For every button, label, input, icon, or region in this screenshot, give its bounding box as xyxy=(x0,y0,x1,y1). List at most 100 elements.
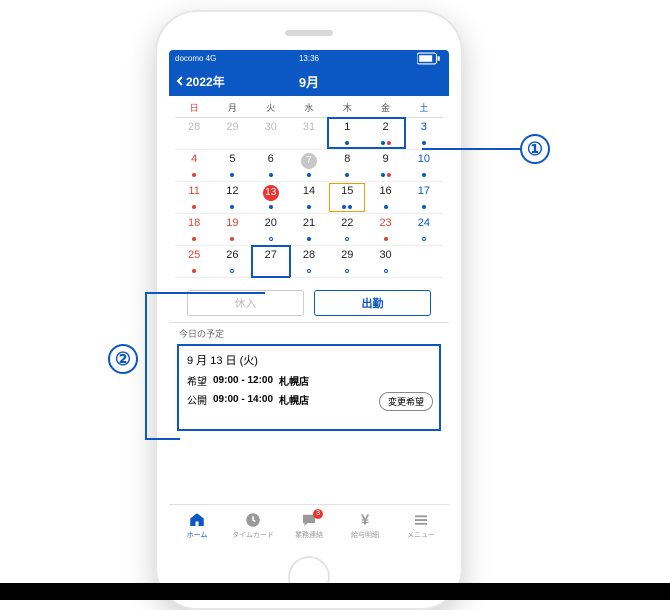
event-dots xyxy=(252,237,290,241)
tab-clock[interactable]: タイムカード xyxy=(225,505,281,546)
tab-yen[interactable]: ¥給与明細 xyxy=(337,505,393,546)
event-dot xyxy=(230,237,234,241)
date-number: 21 xyxy=(290,214,328,229)
event-dot xyxy=(381,173,385,177)
attend-button[interactable]: 出勤 xyxy=(314,290,431,316)
date-number xyxy=(405,246,443,249)
event-dots xyxy=(175,173,213,177)
schedule-panel: 9 月 13 日 (火) 希望09:00 - 12:00札幌店公開09:00 -… xyxy=(177,344,441,431)
date-number: 5 xyxy=(213,150,251,165)
dow-label: 土 xyxy=(405,101,443,114)
date-number: 22 xyxy=(328,214,366,229)
event-dot xyxy=(348,205,352,209)
event-dots xyxy=(328,237,366,241)
date-number: 15 xyxy=(328,182,366,197)
calendar-cell[interactable]: 6 xyxy=(252,150,290,182)
event-dot xyxy=(384,269,388,273)
tab-bar: ホームタイムカード業務連絡3¥給与明細メニュー xyxy=(169,504,449,546)
phone-frame: docomo 4G 13:36 2022年 9月 日月火水木金土 2829303… xyxy=(155,10,463,610)
date-number: 29 xyxy=(213,118,251,133)
calendar-cell[interactable]: 8 xyxy=(328,150,366,182)
tab-label: タイムカード xyxy=(232,530,274,540)
callout-2-number: ② xyxy=(108,344,138,374)
calendar-cell[interactable]: 11 xyxy=(175,182,213,214)
calendar-cell[interactable]: 25 xyxy=(175,246,213,278)
event-dots xyxy=(175,269,213,273)
tab-chat[interactable]: 業務連絡3 xyxy=(281,505,337,546)
calendar-cell[interactable]: 23 xyxy=(366,214,404,246)
calendar-cell[interactable]: 30 xyxy=(366,246,404,278)
dow-label: 日 xyxy=(175,101,213,114)
calendar-cell[interactable]: 29 xyxy=(328,246,366,278)
calendar-cell[interactable]: 1 xyxy=(328,118,366,150)
calendar-cell[interactable]: 10 xyxy=(405,150,443,182)
change-request-button[interactable]: 変更希望 xyxy=(379,392,433,411)
calendar-cell[interactable]: 30 xyxy=(252,118,290,150)
event-dots xyxy=(213,205,251,209)
event-dots xyxy=(405,173,443,177)
calendar: 日月火水木金土 28293031123456789101112131415161… xyxy=(169,96,449,278)
calendar-cell[interactable]: 29 xyxy=(213,118,251,150)
callout-line-2a xyxy=(145,292,265,294)
schedule-time: 09:00 - 12:00 xyxy=(213,375,273,386)
calendar-cell[interactable]: 4 xyxy=(175,150,213,182)
calendar-cell[interactable]: 26 xyxy=(213,246,251,278)
calendar-cell[interactable]: 22 xyxy=(328,214,366,246)
status-indicators xyxy=(417,52,443,65)
event-dot xyxy=(192,237,196,241)
event-dots xyxy=(252,173,290,177)
yen-icon: ¥ xyxy=(356,511,374,529)
date-number: 24 xyxy=(405,214,443,229)
date-number: 28 xyxy=(290,246,328,261)
calendar-cell[interactable]: 3 xyxy=(405,118,443,150)
date-number: 16 xyxy=(366,182,404,197)
calendar-cell[interactable]: 16 xyxy=(366,182,404,214)
calendar-cell[interactable]: 7 xyxy=(290,150,328,182)
back-button[interactable]: 2022年 xyxy=(169,73,225,90)
calendar-cell[interactable]: 21 xyxy=(290,214,328,246)
day-of-week-row: 日月火水木金土 xyxy=(175,98,443,118)
event-dots xyxy=(366,237,404,241)
callout-2: ② xyxy=(108,344,138,374)
dow-label: 金 xyxy=(366,101,404,114)
date-number: 30 xyxy=(366,246,404,261)
calendar-cell[interactable]: 2 xyxy=(366,118,404,150)
event-dots xyxy=(328,269,366,273)
calendar-cell[interactable]: 18 xyxy=(175,214,213,246)
calendar-cell[interactable]: 15 xyxy=(328,182,366,214)
dow-label: 月 xyxy=(213,101,251,114)
event-dots xyxy=(290,205,328,209)
event-dots xyxy=(175,237,213,241)
calendar-cell[interactable]: 31 xyxy=(290,118,328,150)
dow-label: 水 xyxy=(290,101,328,114)
tab-home[interactable]: ホーム xyxy=(169,505,225,546)
tab-label: 業務連絡 xyxy=(295,530,323,540)
event-dots xyxy=(366,205,404,209)
calendar-cell[interactable]: 14 xyxy=(290,182,328,214)
event-dot xyxy=(230,205,234,209)
callout-line-2v xyxy=(145,292,147,440)
calendar-cell[interactable]: 24 xyxy=(405,214,443,246)
clock-icon xyxy=(244,511,262,529)
date-number: 19 xyxy=(213,214,251,229)
date-number: 17 xyxy=(405,182,443,197)
back-year-label: 2022年 xyxy=(186,73,225,90)
tab-menu[interactable]: メニュー xyxy=(393,505,449,546)
schedule-tag: 公開 xyxy=(187,392,207,407)
calendar-cell[interactable] xyxy=(405,246,443,278)
event-dot xyxy=(269,205,273,209)
calendar-cell[interactable]: 9 xyxy=(366,150,404,182)
calendar-cell[interactable]: 20 xyxy=(252,214,290,246)
phone-speaker xyxy=(285,30,333,36)
calendar-cell[interactable]: 27 xyxy=(252,246,290,278)
calendar-cell[interactable]: 19 xyxy=(213,214,251,246)
calendar-cell[interactable]: 12 xyxy=(213,182,251,214)
schedule-place: 札幌店 xyxy=(279,373,309,388)
calendar-cell[interactable]: 28 xyxy=(290,246,328,278)
calendar-cell[interactable]: 13 xyxy=(252,182,290,214)
calendar-cell[interactable]: 17 xyxy=(405,182,443,214)
calendar-cell[interactable]: 28 xyxy=(175,118,213,150)
event-dot xyxy=(387,141,391,145)
calendar-cell[interactable]: 5 xyxy=(213,150,251,182)
event-dot xyxy=(230,173,234,177)
